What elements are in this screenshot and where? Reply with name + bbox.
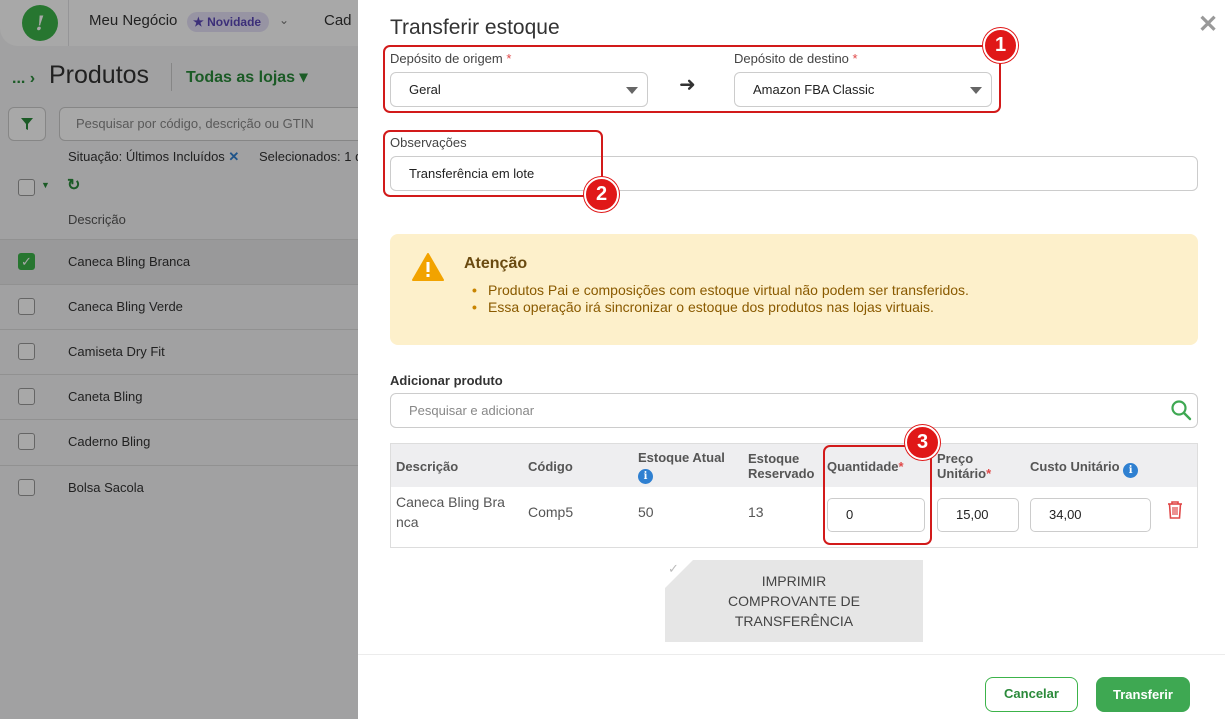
cell-estoque-atual: 50 [638,504,654,520]
th-estoque-atual-label: Estoque Atual [638,450,725,465]
th-codigo: Código [528,459,573,474]
alert-item: Essa operação irá sincronizar o estoque … [472,299,969,315]
cancel-button[interactable]: Cancelar [985,677,1078,712]
info-icon[interactable]: i [638,469,653,484]
add-product-search-input[interactable]: Pesquisar e adicionar [390,393,1198,428]
transfer-stock-panel: Transferir estoque ✕ Depósito de origem … [358,0,1225,719]
cell-descricao-line2: nca [396,514,419,530]
preco-unitario-input[interactable]: 15,00 [937,498,1019,532]
highlight-box-2 [383,130,603,197]
th-custo-unitario: Custo Unitário i [1030,459,1139,478]
th-estoque-reservado-line2: Reservado [748,466,815,481]
print-line2: COMPROVANTE DE [728,593,860,609]
alert-title: Atenção [464,255,528,272]
cell-descricao-line1: Caneca Bling Bra [396,494,505,510]
custo-unitario-input[interactable]: 34,00 [1030,498,1151,532]
highlight-box-1 [383,45,1001,113]
trash-icon[interactable] [1166,500,1184,520]
th-preco-line1: Preço [937,451,974,466]
alert-list: Produtos Pai e composições com estoque v… [472,282,969,316]
panel-footer: Cancelar Transferir [358,654,1225,719]
th-estoque-atual: Estoque Atual i [638,450,725,484]
th-descricao: Descrição [396,459,459,474]
print-line1: IMPRIMIR [761,573,827,589]
add-product-label: Adicionar produto [390,373,503,388]
warning-alert: Atenção Produtos Pai e composições com e… [390,234,1198,345]
alert-item: Produtos Pai e composições com estoque v… [472,282,969,298]
transfer-table: Descrição Código Estoque Atual i Estoque… [390,443,1198,548]
warning-icon [412,253,444,281]
annotation-badge-2: 2 [584,177,619,212]
table-header: Descrição Código Estoque Atual i Estoque… [391,444,1197,487]
th-preco-line2: Unitário* [937,466,992,481]
annotation-badge-3: 3 [905,425,940,460]
th-estoque-reservado-line1: Estoque [748,451,800,466]
close-icon[interactable]: ✕ [1198,10,1218,39]
cell-estoque-reservado: 13 [748,504,764,520]
panel-title: Transferir estoque [390,16,560,39]
transfer-button[interactable]: Transferir [1096,677,1190,712]
info-icon[interactable]: i [1123,463,1139,478]
annotation-badge-1: 1 [983,28,1018,63]
th-preco-unitario: Preço Unitário* [937,451,991,481]
print-line3: TRANSFERÊNCIA [734,613,854,629]
search-icon[interactable] [1170,399,1192,421]
highlight-box-3 [823,445,932,545]
cell-codigo: Comp5 [528,504,574,520]
th-estoque-reservado: Estoque Reservado [748,451,814,481]
print-receipt-button[interactable]: ✓ IMPRIMIR COMPROVANTE DE TRANSFERÊNCIA [665,560,923,642]
check-icon: ✓ [668,561,679,576]
cell-descricao: Caneca Bling Bra nca [396,492,505,532]
